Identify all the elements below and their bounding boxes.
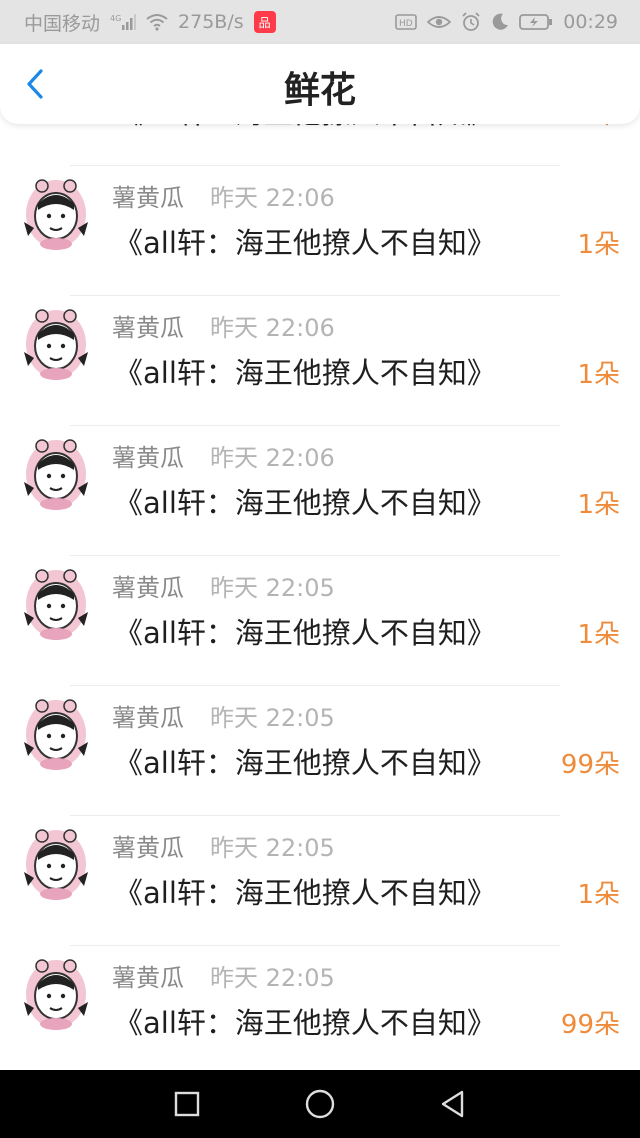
- work-title: 《all轩：海王他撩人不自知》: [114, 876, 496, 910]
- list-item[interactable]: 薯黄瓜 昨天 22:06 《all轩：海王他撩人不自知》 1朵: [0, 296, 640, 426]
- circle-icon: [305, 1089, 335, 1119]
- avatar[interactable]: [18, 174, 94, 250]
- avatar[interactable]: [18, 564, 94, 640]
- list-item[interactable]: 薯黄瓜 昨天 22:05 《all轩：海王他撩人不自知》 99朵: [0, 946, 640, 1070]
- list-item[interactable]: 薯黄瓜 昨天 22:06 《all轩：海王他撩人不自知》 1朵: [0, 426, 640, 556]
- sender-name: 薯黄瓜: [112, 704, 184, 732]
- flower-count: 1朵: [577, 230, 620, 260]
- flower-count: 1朵: [577, 620, 620, 650]
- timestamp: 昨天 22:05: [210, 574, 335, 602]
- flower-count: 1朵: [577, 880, 620, 910]
- timestamp: 昨天 22:06: [210, 184, 335, 212]
- back-nav-button[interactable]: [428, 1079, 478, 1129]
- list-item[interactable]: 薯黄瓜 昨天 22:06 《all轩：海王他撩人不自知》 1朵: [0, 166, 640, 296]
- flower-count: 99朵: [560, 1010, 620, 1040]
- flower-count: 1朵: [577, 490, 620, 520]
- sender-name: 薯黄瓜: [112, 834, 184, 862]
- system-nav-bar: [0, 1070, 640, 1138]
- work-title: 《all轩：海王他撩人不自知》: [114, 486, 496, 520]
- list-item[interactable]: 薯黄瓜 昨天 22:05 《all轩：海王他撩人不自知》 99朵: [0, 686, 640, 816]
- flower-count: 1朵: [577, 360, 620, 390]
- work-title: 《all轩：海王他撩人不自知》: [114, 1006, 496, 1040]
- timestamp: 昨天 22:06: [210, 314, 335, 342]
- work-title: 《all轩：海王他撩人不自知》: [114, 356, 496, 390]
- timestamp: 昨天 22:05: [210, 964, 335, 992]
- home-button[interactable]: [295, 1079, 345, 1129]
- triangle-back-icon: [442, 1090, 464, 1118]
- sender-name: 薯黄瓜: [112, 444, 184, 472]
- sender-name: 薯黄瓜: [112, 184, 184, 212]
- square-icon: [174, 1091, 199, 1117]
- work-title: 《all轩：海王他撩人不自知》: [114, 746, 496, 780]
- list-item[interactable]: 薯黄瓜 昨天 22:05 《all轩：海王他撩人不自知》 1朵: [0, 816, 640, 946]
- timestamp: 昨天 22:06: [210, 444, 335, 472]
- avatar[interactable]: [18, 694, 94, 770]
- avatar[interactable]: [18, 824, 94, 900]
- sender-name: 薯黄瓜: [112, 574, 184, 602]
- flower-count: 99朵: [560, 750, 620, 780]
- page-title: 鲜花: [283, 70, 356, 111]
- flower-list[interactable]: 《all轩：海王他撩人不自知》 1朵 薯黄瓜 昨天 22:06 《all轩：海王…: [0, 0, 640, 1070]
- work-title: 《all轩：海王他撩人不自知》: [114, 616, 496, 650]
- top-header: 鲜花: [0, 44, 640, 124]
- sender-name: 薯黄瓜: [112, 964, 184, 992]
- sender-name: 薯黄瓜: [112, 314, 184, 342]
- recent-apps-button[interactable]: [162, 1079, 212, 1129]
- list-item[interactable]: 薯黄瓜 昨天 22:05 《all轩：海王他撩人不自知》 1朵: [0, 556, 640, 686]
- avatar[interactable]: [18, 954, 94, 1030]
- timestamp: 昨天 22:05: [210, 834, 335, 862]
- work-title: 《all轩：海王他撩人不自知》: [114, 226, 496, 260]
- avatar[interactable]: [18, 304, 94, 380]
- avatar[interactable]: [18, 434, 94, 510]
- timestamp: 昨天 22:05: [210, 704, 335, 732]
